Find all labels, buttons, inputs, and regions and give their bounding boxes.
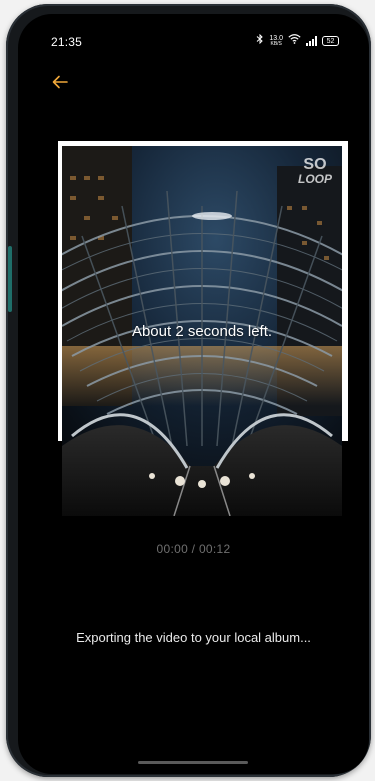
status-icons: 13.0 KB/S 52	[256, 33, 339, 47]
phone-frame: 21:35 13.0 KB/S 52 SO LOOP About 2 secon…	[6, 4, 371, 777]
side-button	[8, 246, 12, 312]
status-bar: 21:35 13.0 KB/S 52	[18, 14, 369, 54]
video-preview[interactable]: SO LOOP About 2 seconds left.	[62, 146, 342, 516]
back-button[interactable]	[48, 70, 72, 94]
home-indicator[interactable]	[138, 761, 248, 764]
bluetooth-icon	[256, 33, 264, 47]
arrow-left-icon	[52, 75, 68, 89]
battery-icon: 52	[322, 35, 339, 46]
signal-icon	[306, 35, 317, 46]
battery-level: 52	[326, 37, 335, 45]
wifi-icon	[288, 34, 301, 47]
status-time: 21:35	[51, 35, 83, 49]
logo-line-1: SO	[303, 156, 327, 173]
network-speed-unit: KB/S	[270, 40, 282, 47]
export-status-message: Exporting the video to your local album.…	[76, 630, 311, 645]
playback-timecode: 00:00 / 00:12	[156, 542, 231, 556]
export-remaining-time: About 2 seconds left.	[131, 323, 273, 340]
screen: 21:35 13.0 KB/S 52 SO LOOP About 2 secon…	[18, 14, 369, 774]
watermark-logo: SO LOOP	[297, 156, 332, 187]
logo-line-2: LOOP	[297, 172, 332, 186]
network-speed: 13.0 KB/S	[269, 35, 283, 47]
